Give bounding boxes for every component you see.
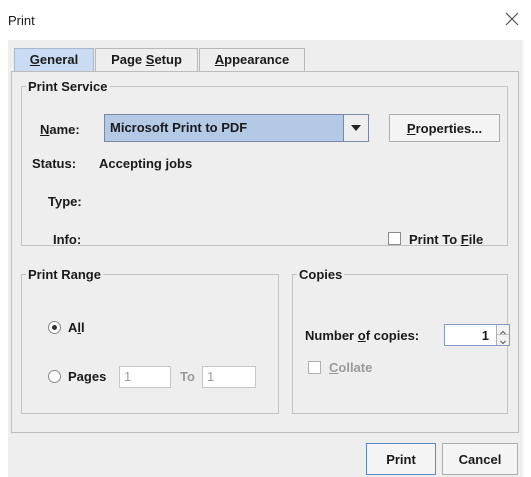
tab-page-setup[interactable]: Page Setup [95, 48, 198, 71]
printer-select-arrow[interactable] [343, 115, 368, 141]
copies-value: 1 [481, 328, 489, 343]
print-service-group: Print Service Name: Microsoft Print to P… [21, 79, 508, 247]
print-service-legend: Print Service [28, 79, 108, 94]
tab-general[interactable]: General [14, 48, 94, 71]
pages-label: Pages [68, 369, 107, 384]
number-of-copies-label: Number of copies: [305, 328, 420, 343]
pages-radio[interactable] [48, 370, 61, 383]
print-range-group: Print Range All Pages 1 To 1 [21, 267, 279, 414]
type-label: Type: [48, 194, 82, 209]
dialog-body: General Page Setup Appearance Print Serv… [8, 40, 523, 477]
copies-group: Copies Number of copies: 1 Collate [292, 267, 510, 414]
copies-spinner[interactable]: 1 [444, 324, 510, 346]
cancel-button[interactable]: Cancel [442, 443, 518, 475]
tab-appearance[interactable]: Appearance [199, 48, 305, 71]
info-label: Info: [53, 232, 82, 247]
pages-to-input[interactable]: 1 [202, 366, 256, 388]
copies-legend: Copies [299, 267, 343, 282]
printer-select-value: Microsoft Print to PDF [110, 120, 248, 135]
spin-up-button[interactable] [497, 325, 509, 335]
print-to-file-label: Print To File [409, 232, 484, 247]
status-label: Status: [32, 156, 77, 171]
name-label: Name: [40, 122, 80, 137]
spinner-buttons [496, 325, 509, 345]
collate-checkbox[interactable] [308, 361, 321, 374]
chevron-down-icon [500, 340, 506, 345]
tab-panel-general: Print Service Name: Microsoft Print to P… [11, 71, 519, 433]
to-label: To [180, 369, 195, 384]
all-radio[interactable] [48, 321, 61, 334]
print-to-file-checkbox[interactable] [388, 232, 401, 245]
status-value: Accepting jobs [99, 156, 193, 171]
collate-label: Collate [329, 360, 373, 375]
pages-from-input[interactable]: 1 [119, 366, 171, 388]
all-label: All [68, 320, 85, 335]
window-title: Print [8, 13, 35, 28]
spin-down-button[interactable] [497, 335, 509, 345]
print-range-legend: Print Range [28, 267, 101, 282]
print-button[interactable]: Print [366, 443, 436, 475]
close-icon[interactable] [503, 10, 521, 28]
chevron-down-icon [351, 125, 361, 131]
printer-select[interactable]: Microsoft Print to PDF [104, 114, 369, 142]
properties-button[interactable]: Properties... [389, 114, 500, 142]
title-bar: Print [0, 0, 531, 40]
